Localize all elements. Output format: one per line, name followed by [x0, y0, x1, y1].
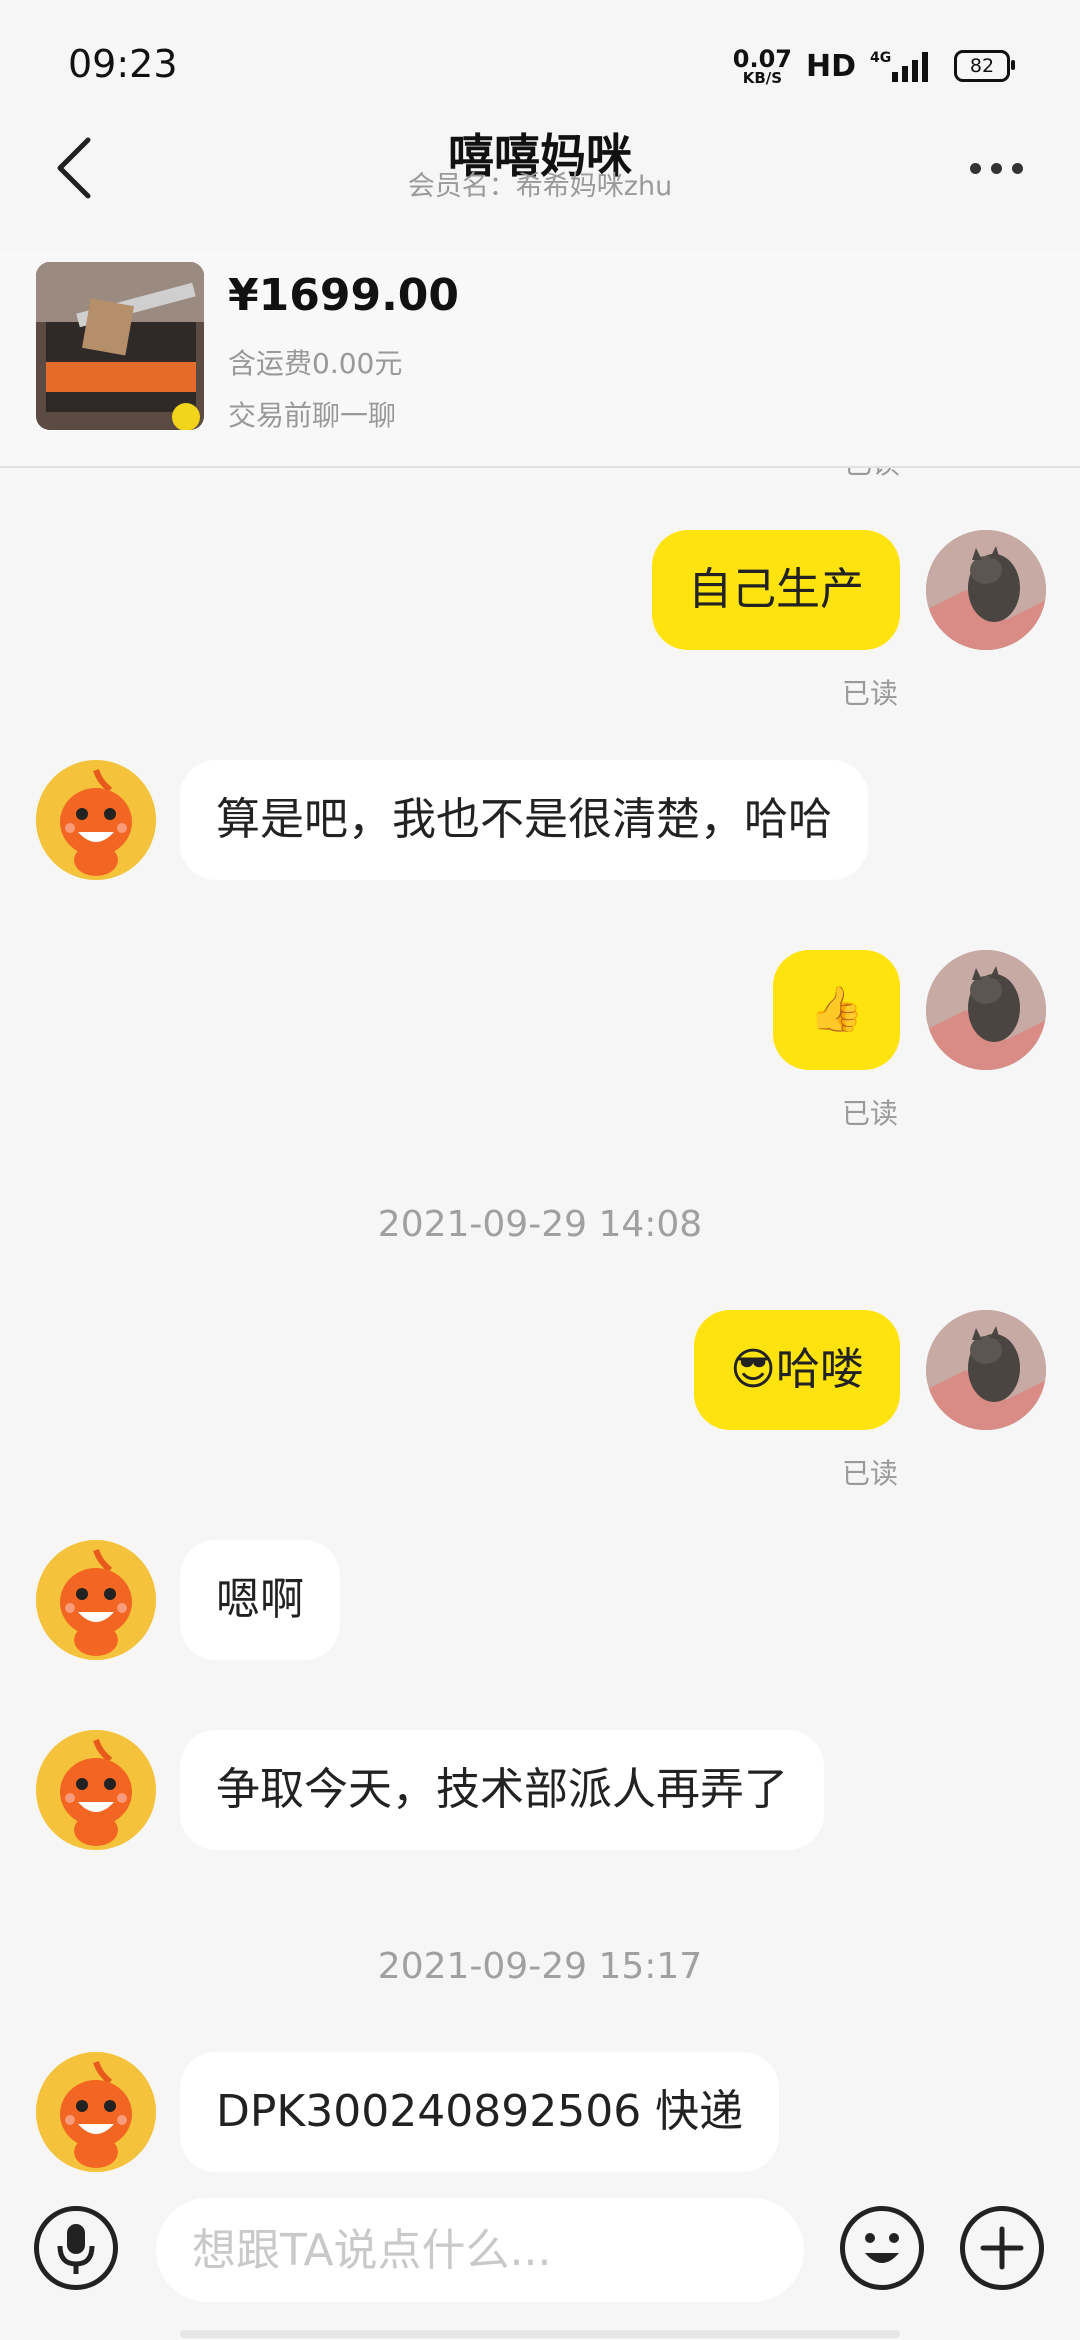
network-speed: 0.07 KB/S: [733, 47, 792, 86]
avatar[interactable]: [36, 2052, 156, 2172]
product-card[interactable]: ¥1699.00 含运费0.00元 交易前聊一聊: [0, 250, 1080, 468]
message-bubble-theirs[interactable]: 算是吧，我也不是很清楚，哈哈: [180, 760, 868, 880]
more-dots-icon: [1011, 162, 1023, 174]
read-status: 已读: [842, 1457, 899, 1490]
shipping-info: 含运费0.00元: [228, 347, 403, 380]
more-dots-icon: [969, 162, 981, 174]
message-bubble-mine[interactable]: 👍: [773, 950, 900, 1070]
avatar[interactable]: [926, 1310, 1046, 1430]
product-image: [36, 262, 204, 430]
message-bubble-theirs[interactable]: 嗯啊: [180, 1540, 340, 1660]
read-status: 已读: [842, 1097, 899, 1130]
message-input[interactable]: [156, 2198, 804, 2302]
emoji-button[interactable]: [840, 2206, 924, 2290]
battery-icon: 82: [954, 50, 1015, 82]
mascot-avatar-image: [36, 1540, 156, 1660]
avatar[interactable]: [926, 530, 1046, 650]
read-status: 已读: [844, 468, 900, 482]
smiley-icon: [865, 2233, 899, 2263]
plus-icon: [980, 2226, 1024, 2270]
message-timestamp: 2021-09-29 15:17: [377, 1946, 703, 1987]
more-button[interactable]: [956, 138, 1036, 198]
signal-label: 4G: [870, 50, 891, 66]
chat-before-trade: 交易前聊一聊: [228, 399, 397, 432]
chat-header: 嘻嘻妈咪 会员名：希希妈咪zhu: [0, 120, 1080, 240]
read-status: 已读: [842, 677, 899, 710]
cat-avatar-image: [926, 530, 1046, 650]
microphone-icon: [57, 2224, 95, 2274]
network-speed-value: 0.07: [732, 44, 792, 73]
message-timestamp: 2021-09-29 14:08: [377, 1204, 703, 1245]
message-bubble-mine[interactable]: 😎哈喽: [694, 1310, 900, 1430]
avatar[interactable]: [926, 950, 1046, 1070]
avatar[interactable]: [36, 1540, 156, 1660]
product-thumbnail[interactable]: [36, 262, 204, 430]
more-dots-icon: [990, 162, 1002, 174]
status-time: 09:23: [68, 42, 178, 86]
cat-avatar-image: [926, 950, 1046, 1070]
input-bar: [0, 2180, 1080, 2340]
more-actions-button[interactable]: [960, 2206, 1044, 2290]
mascot-avatar-image: [36, 1730, 156, 1850]
signal-icon: 4G: [870, 50, 928, 82]
product-price: ¥1699.00: [228, 270, 460, 321]
cat-avatar-image: [926, 1310, 1046, 1430]
message-list[interactable]: 已读 自己生产 已读 算是吧，我也不是很清楚，哈哈 👍: [0, 468, 1080, 2178]
hd-icon: HD: [805, 48, 856, 84]
voice-button[interactable]: [34, 2206, 118, 2290]
message-bubble-theirs[interactable]: 争取今天，技术部派人再弄了: [180, 1730, 824, 1850]
status-bar: 09:23 0.07 KB/S HD 4G 82: [0, 0, 1080, 120]
mascot-avatar-image: [36, 760, 156, 880]
avatar[interactable]: [36, 760, 156, 880]
avatar[interactable]: [36, 1730, 156, 1850]
network-speed-unit: KB/S: [742, 68, 783, 87]
member-name: 会员名：希希妈咪zhu: [407, 171, 673, 202]
message-bubble-theirs[interactable]: DPK300240892506 快递: [180, 2052, 780, 2172]
message-bubble-mine[interactable]: 自己生产: [652, 530, 900, 650]
status-icons: 0.07 KB/S HD 4G 82: [733, 44, 1015, 88]
home-indicator: [180, 2330, 900, 2338]
mascot-avatar-image: [36, 2052, 156, 2172]
